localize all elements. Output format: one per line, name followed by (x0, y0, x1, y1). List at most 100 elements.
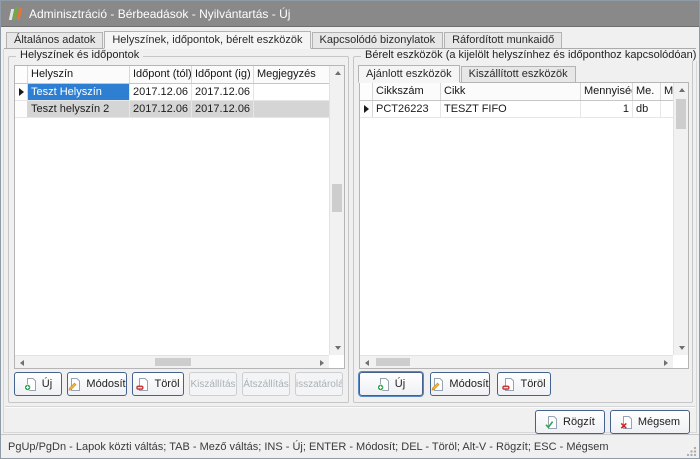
scroll-right-icon[interactable] (659, 356, 673, 369)
tab-altalanos-adatok[interactable]: Általános adatok (6, 32, 103, 48)
group-berelt-eszkozok-title: Bérelt eszközök (a kijelölt helyszínhez … (361, 49, 700, 61)
scroll-right-icon[interactable] (315, 356, 329, 369)
tab-helyszinek-idopontok[interactable]: Helyszínek, időpontok, bérelt eszközök (104, 31, 310, 49)
tab-raforditott-munkaido[interactable]: Ráfordított munkaidő (444, 32, 562, 48)
locations-grid: Helyszín Időpont (tól) Időpont (ig) Megj… (14, 65, 345, 369)
button-label: Töröl (520, 378, 545, 390)
tab-ajanlott-eszkozok[interactable]: Ajánlott eszközök (358, 65, 460, 83)
button-label: Átszállítás (243, 379, 289, 390)
indicator-cell (15, 101, 28, 117)
status-text: PgUp/PgDn - Lapok közti váltás; TAB - Me… (8, 441, 609, 453)
button-label: Módosít (86, 378, 125, 390)
tab-kiszallitott-eszkozok[interactable]: Kiszállított eszközök (461, 66, 576, 82)
location-delete-button[interactable]: Töröl (132, 372, 184, 396)
scroll-down-icon[interactable] (674, 341, 689, 355)
scroll-left-icon[interactable] (15, 356, 29, 369)
scroll-up-icon[interactable] (674, 83, 689, 97)
item-edit-button[interactable]: Módosít (430, 372, 490, 396)
button-label: Visszatárolás (295, 379, 343, 390)
indicator-cell (15, 84, 28, 100)
horizontal-scroll-thumb[interactable] (155, 358, 191, 366)
horizontal-scroll-thumb[interactable] (376, 358, 410, 366)
items-grid: Cikkszám Cikk Mennyiség Me. M PCT26223 T… (359, 82, 689, 369)
eszkozok-tabstrip: Ajánlott eszközök Kiszállított eszközök (358, 63, 577, 82)
new-icon (24, 378, 37, 391)
table-cell-idopont-ig[interactable]: 2017.12.06 (192, 84, 254, 100)
group-helyszinek-title: Helyszínek és időpontok (16, 49, 143, 61)
table-cell-cikkszam[interactable]: PCT26223 (373, 101, 441, 117)
current-row-indicator-icon (364, 105, 369, 113)
column-header-idopont-tol[interactable]: Időpont (tól) (130, 66, 192, 83)
visszatarolas-button[interactable]: Visszatárolás (295, 372, 343, 396)
cancel-icon (620, 416, 633, 429)
item-delete-button[interactable]: Töröl (497, 372, 551, 396)
atszallitas-button[interactable]: Átszállítás (242, 372, 290, 396)
cancel-button[interactable]: Mégsem (610, 410, 690, 434)
table-cell-idopont-tol[interactable]: 2017.12.06 (130, 84, 192, 100)
table-row[interactable]: Teszt helyszín 2 2017.12.06 2017.12.06 (15, 101, 344, 118)
table-cell-helyszin[interactable]: Teszt Helyszín (28, 84, 130, 100)
save-button[interactable]: Rögzít (535, 410, 605, 434)
button-label: Módosít (449, 378, 488, 390)
button-label: Töröl (154, 378, 179, 390)
indicator-column-header (360, 83, 373, 100)
delete-icon (136, 378, 149, 391)
save-icon (545, 416, 558, 429)
new-icon (377, 378, 390, 391)
title-bar: Adminisztráció - Bérbeadások - Nyilvánta… (1, 1, 699, 27)
location-new-button[interactable]: Új (14, 372, 62, 396)
table-cell-mennyiseg[interactable]: 1 (581, 101, 633, 117)
main-tabstrip: Általános adatok Helyszínek, időpontok, … (4, 31, 696, 49)
window-title: Adminisztráció - Bérbeadások - Nyilvánta… (29, 7, 290, 21)
button-label: Rögzít (563, 416, 595, 428)
vertical-scroll-thumb[interactable] (676, 99, 686, 129)
column-header-cikk[interactable]: Cikk (441, 83, 581, 100)
resize-grip-icon[interactable] (687, 446, 697, 456)
app-window: Adminisztráció - Bérbeadások - Nyilvánta… (0, 0, 700, 459)
status-bar: PgUp/PgDn - Lapok közti váltás; TAB - Me… (1, 434, 699, 458)
table-cell-cikk[interactable]: TESZT FIFO (441, 101, 581, 117)
tab-kapcsolodo-bizonylatok[interactable]: Kapcsolódó bizonylatok (312, 32, 444, 48)
edit-icon (68, 378, 81, 391)
edit-icon (431, 378, 444, 391)
location-edit-button[interactable]: Módosít (67, 372, 127, 396)
locations-grid-header: Helyszín Időpont (tól) Időpont (ig) Megj… (15, 66, 344, 84)
table-cell-idopont-tol[interactable]: 2017.12.06 (130, 101, 192, 117)
indicator-column-header (15, 66, 28, 83)
locations-grid-vertical-scrollbar[interactable] (329, 66, 344, 355)
scroll-up-icon[interactable] (330, 66, 345, 80)
scroll-down-icon[interactable] (330, 341, 345, 355)
group-helyszinek: Helyszínek és időpontok Helyszín Időpont… (8, 56, 349, 403)
button-label: Kiszállítás (190, 379, 235, 390)
current-row-indicator-icon (19, 88, 24, 96)
action-divider-highlight (5, 407, 695, 408)
vertical-scroll-thumb[interactable] (332, 184, 342, 212)
column-header-me[interactable]: Me. (633, 83, 661, 100)
items-button-row: Új Módosít Töröl (359, 372, 687, 396)
group-berelt-eszkozok: Bérelt eszközök (a kijelölt helyszínhez … (353, 56, 693, 403)
locations-grid-horizontal-scrollbar[interactable] (15, 355, 329, 368)
button-label: Új (395, 378, 405, 390)
table-row[interactable]: PCT26223 TESZT FIFO 1 db (360, 101, 688, 118)
items-grid-horizontal-scrollbar[interactable] (360, 355, 673, 368)
kiszallitas-button[interactable]: Kiszállítás (189, 372, 237, 396)
delete-icon (502, 378, 515, 391)
items-grid-vertical-scrollbar[interactable] (673, 83, 688, 355)
table-cell-idopont-ig[interactable]: 2017.12.06 (192, 101, 254, 117)
column-header-helyszin[interactable]: Helyszín (28, 66, 130, 83)
button-label: Új (42, 378, 52, 390)
table-cell-me[interactable]: db (633, 101, 661, 117)
items-grid-header: Cikkszám Cikk Mennyiség Me. M (360, 83, 688, 101)
scroll-left-icon[interactable] (360, 356, 374, 369)
column-header-idopont-ig[interactable]: Időpont (ig) (192, 66, 254, 83)
action-row: Rögzít Mégsem (535, 410, 690, 434)
table-row[interactable]: Teszt Helyszín 2017.12.06 2017.12.06 (15, 84, 344, 101)
app-icon (10, 7, 21, 20)
indicator-cell (360, 101, 373, 117)
column-header-mennyiseg[interactable]: Mennyiség (581, 83, 633, 100)
table-cell-helyszin[interactable]: Teszt helyszín 2 (28, 101, 130, 117)
button-label: Mégsem (638, 416, 680, 428)
column-header-cikkszam[interactable]: Cikkszám (373, 83, 441, 100)
locations-button-row: Új Módosít Töröl Kiszállítás (14, 372, 343, 396)
item-new-button[interactable]: Új (359, 372, 423, 396)
